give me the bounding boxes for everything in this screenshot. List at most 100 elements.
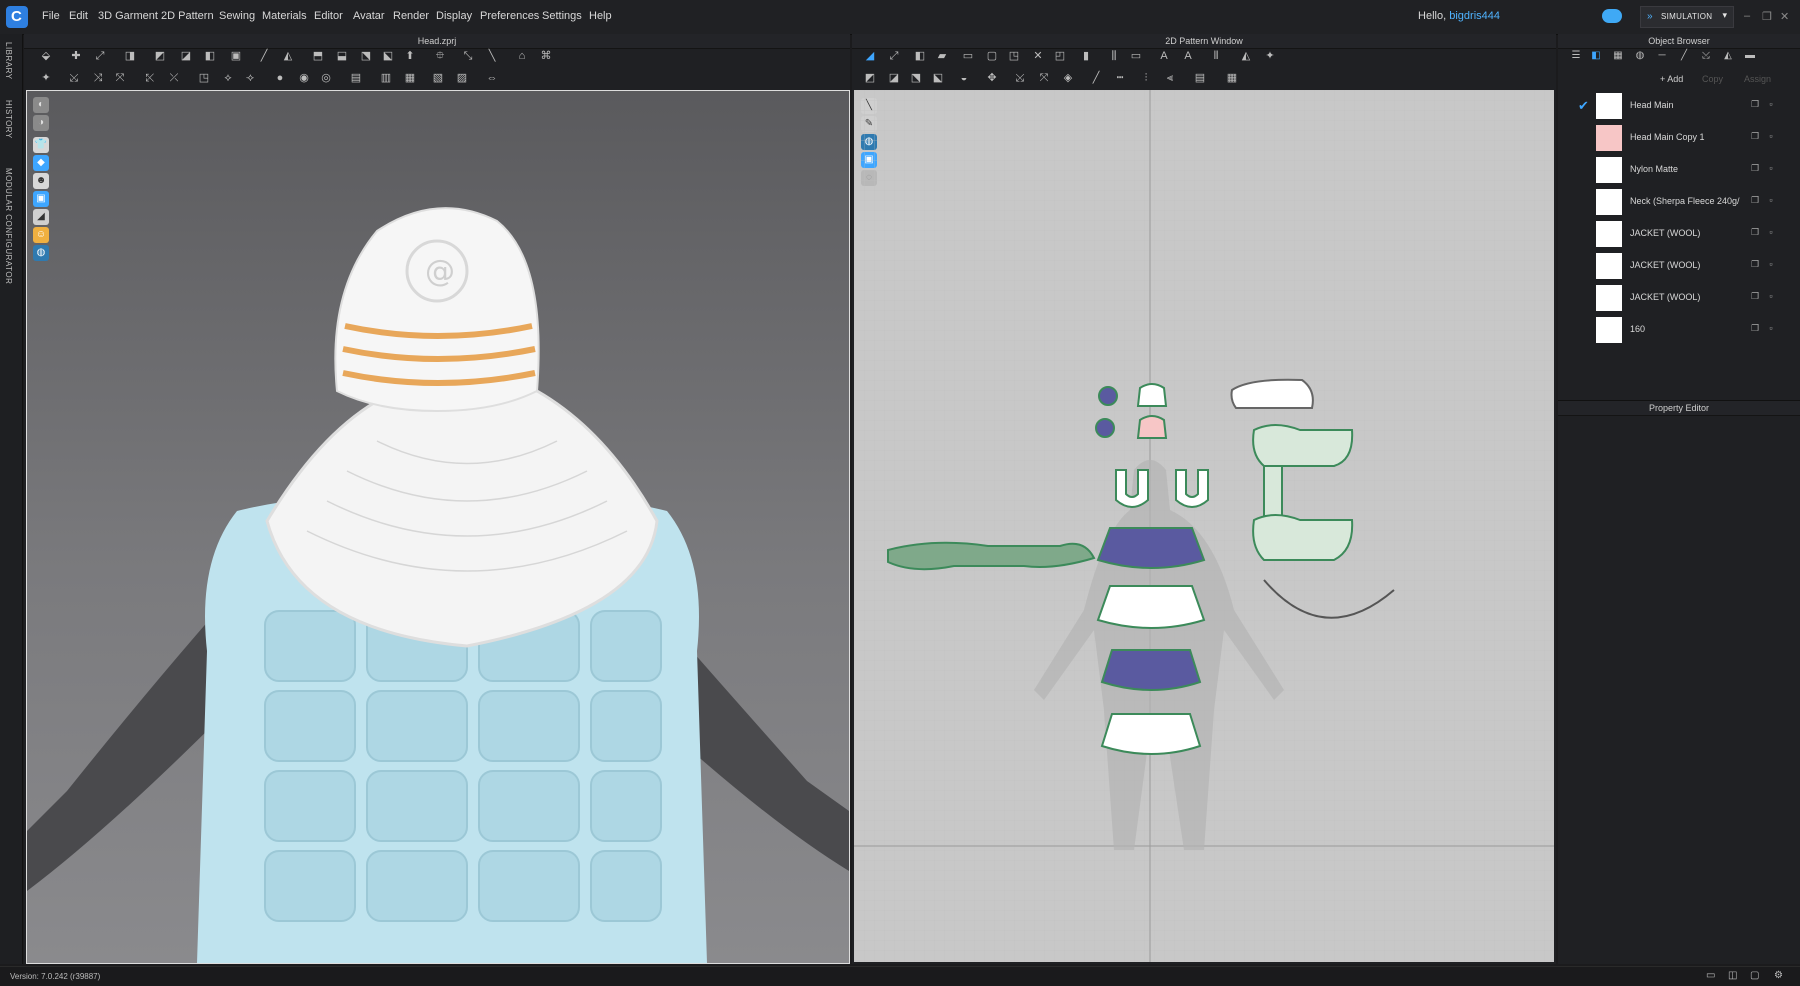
edit-pattern-icon[interactable]: ⤢: [886, 49, 902, 63]
measure-icon[interactable]: ⯐: [432, 49, 448, 63]
color-icon[interactable]: ▧: [430, 71, 446, 85]
measure-2d-icon[interactable]: ⫶: [1138, 71, 1154, 85]
delete-icon[interactable]: ▫: [1766, 163, 1776, 173]
avatar-pose-icon[interactable]: ✦: [38, 71, 54, 85]
trim-icon[interactable]: ⤫: [166, 71, 182, 85]
topstitch-list-icon[interactable]: ╱: [1676, 50, 1692, 66]
zipper-list-icon[interactable]: ▬: [1742, 50, 1758, 66]
sew-free-icon[interactable]: ◪: [886, 71, 902, 85]
copy-button[interactable]: Copy: [1702, 74, 1723, 84]
duplicate-icon[interactable]: ❐: [1750, 259, 1760, 269]
polygon-icon[interactable]: ▰: [934, 49, 950, 63]
button-list-icon[interactable]: ◍: [1632, 50, 1648, 66]
edit-curvature-icon[interactable]: ◧: [912, 49, 928, 63]
duplicate-icon[interactable]: ❐: [1750, 195, 1760, 205]
avatar-arrange-icon[interactable]: ⬆: [402, 49, 418, 63]
app-logo[interactable]: C: [6, 6, 28, 28]
menu-settings[interactable]: Settings: [542, 10, 582, 22]
grid-icon[interactable]: ▦: [1224, 71, 1240, 85]
garment-icon[interactable]: ◨: [122, 49, 138, 63]
minimize-icon[interactable]: –: [1744, 10, 1750, 22]
button-tool-icon[interactable]: ⌂: [514, 49, 530, 63]
tab-history[interactable]: HISTORY: [4, 100, 13, 139]
menu-3d-garment[interactable]: 3D Garment: [98, 10, 158, 22]
list-item[interactable]: 160 ❐ ▫: [1558, 314, 1800, 346]
menu-materials[interactable]: Materials: [262, 10, 307, 22]
menu-render[interactable]: Render: [393, 10, 429, 22]
quilt-icon[interactable]: ⟢: [242, 71, 258, 85]
trim-list-icon[interactable]: ◭: [1720, 50, 1736, 66]
dash-line-icon[interactable]: ┅: [1112, 71, 1128, 85]
delete-icon[interactable]: ▫: [1766, 195, 1776, 205]
add-button[interactable]: + Add: [1660, 74, 1683, 84]
menu-preferences[interactable]: Preferences: [480, 10, 539, 22]
text-edit-icon[interactable]: A: [1180, 49, 1196, 63]
puckering-list-icon[interactable]: ⤩: [1698, 50, 1714, 66]
select-all-icon[interactable]: ⬕: [380, 49, 396, 63]
notch-icon[interactable]: ◰: [1052, 49, 1068, 63]
duplicate-icon[interactable]: ❐: [1750, 99, 1760, 109]
duplicate-icon[interactable]: ❐: [1750, 227, 1760, 237]
menu-avatar[interactable]: Avatar: [353, 10, 385, 22]
list-view-icon[interactable]: ☰: [1568, 50, 1584, 66]
buttonhole-icon[interactable]: ◉: [296, 71, 312, 85]
transform-pattern-icon[interactable]: ◢: [862, 49, 878, 63]
texture-2d-icon[interactable]: ▤: [1192, 71, 1208, 85]
settings-icon[interactable]: ⚙: [1774, 970, 1783, 981]
fold-arrange-icon[interactable]: ◳: [196, 71, 212, 85]
menu-2d-pattern[interactable]: 2D Pattern: [161, 10, 214, 22]
user-name[interactable]: bigdris444: [1449, 10, 1500, 22]
sew-segment-icon[interactable]: ◩: [862, 71, 878, 85]
delete-icon[interactable]: ▫: [1766, 227, 1776, 237]
elastic-icon[interactable]: ◈: [1060, 71, 1076, 85]
assign-button[interactable]: Assign: [1744, 74, 1771, 84]
delete-icon[interactable]: ▫: [1766, 131, 1776, 141]
list-item[interactable]: Neck (Sherpa Fleece 240g/... ❐ ▫: [1558, 186, 1800, 218]
cloud-icon[interactable]: [1602, 9, 1622, 23]
dart-icon[interactable]: ✕: [1030, 49, 1046, 63]
cage-icon[interactable]: ⬓: [334, 49, 350, 63]
stitch-icon[interactable]: ⟡: [220, 71, 236, 85]
segment-sew-icon[interactable]: ⤨: [90, 71, 106, 85]
close-icon[interactable]: ✕: [1780, 10, 1789, 23]
menu-edit[interactable]: Edit: [69, 10, 88, 22]
texture-icon[interactable]: ▥: [378, 71, 394, 85]
edit-curve-icon[interactable]: ◪: [178, 49, 194, 63]
list-item[interactable]: JACKET (WOOL) ❐ ▫: [1558, 250, 1800, 282]
transform-icon[interactable]: ⤢: [92, 49, 108, 63]
simulation-button[interactable]: » SIMULATION ▾: [1640, 6, 1734, 28]
menu-display[interactable]: Display: [436, 10, 472, 22]
graphic-2d-icon[interactable]: ⫷: [1162, 71, 1178, 85]
menu-help[interactable]: Help: [589, 10, 612, 22]
texture-edit-icon[interactable]: ▦: [402, 71, 418, 85]
tape-icon[interactable]: ╲: [484, 49, 500, 63]
list-item[interactable]: JACKET (WOOL) ❐ ▫: [1558, 218, 1800, 250]
maximize-icon[interactable]: ❐: [1762, 10, 1772, 23]
flatten-icon[interactable]: ⬒: [310, 49, 326, 63]
quilt-2d-icon[interactable]: ✥: [984, 71, 1000, 85]
delete-icon[interactable]: ▫: [1766, 259, 1776, 269]
symmetry-icon[interactable]: ◭: [1238, 49, 1254, 63]
stitch-2d-icon[interactable]: ⤩: [1012, 71, 1028, 85]
duplicate-icon[interactable]: ❐: [1750, 291, 1760, 301]
graphic-list-icon[interactable]: ▦: [1610, 50, 1626, 66]
puckering-icon[interactable]: ⬔: [358, 49, 374, 63]
free-sew-icon[interactable]: ⤧: [112, 71, 128, 85]
flip-icon[interactable]: ◒: [956, 71, 972, 85]
line-icon[interactable]: ╱: [1088, 71, 1104, 85]
delete-icon[interactable]: ▫: [1766, 99, 1776, 109]
segment-icon[interactable]: ⫼: [1106, 49, 1122, 63]
arrangement-icon[interactable]: ▣: [228, 49, 244, 63]
rectangle-icon[interactable]: ▭: [960, 49, 976, 63]
viewport-3d[interactable]: ◐ ◑ 👕 ◆ ☻ ▣ ◢ ☺ ◍ @: [26, 90, 850, 964]
topstitch-icon[interactable]: ◎: [318, 71, 334, 85]
menu-sewing[interactable]: Sewing: [219, 10, 255, 22]
buttonhole-list-icon[interactable]: ─: [1654, 50, 1670, 66]
sewing-icon[interactable]: ⤩: [66, 71, 82, 85]
sew-multi-icon[interactable]: ⬔: [908, 71, 924, 85]
check-sewing-icon[interactable]: ⬕: [930, 71, 946, 85]
grading-icon[interactable]: ⫴: [1208, 49, 1224, 63]
duplicate-icon[interactable]: ❐: [1750, 131, 1760, 141]
viewport-2d[interactable]: ╲ ✎ ◍ ▣ ◌: [854, 90, 1554, 962]
tab-modular-configurator[interactable]: MODULAR CONFIGURATOR: [4, 168, 13, 284]
